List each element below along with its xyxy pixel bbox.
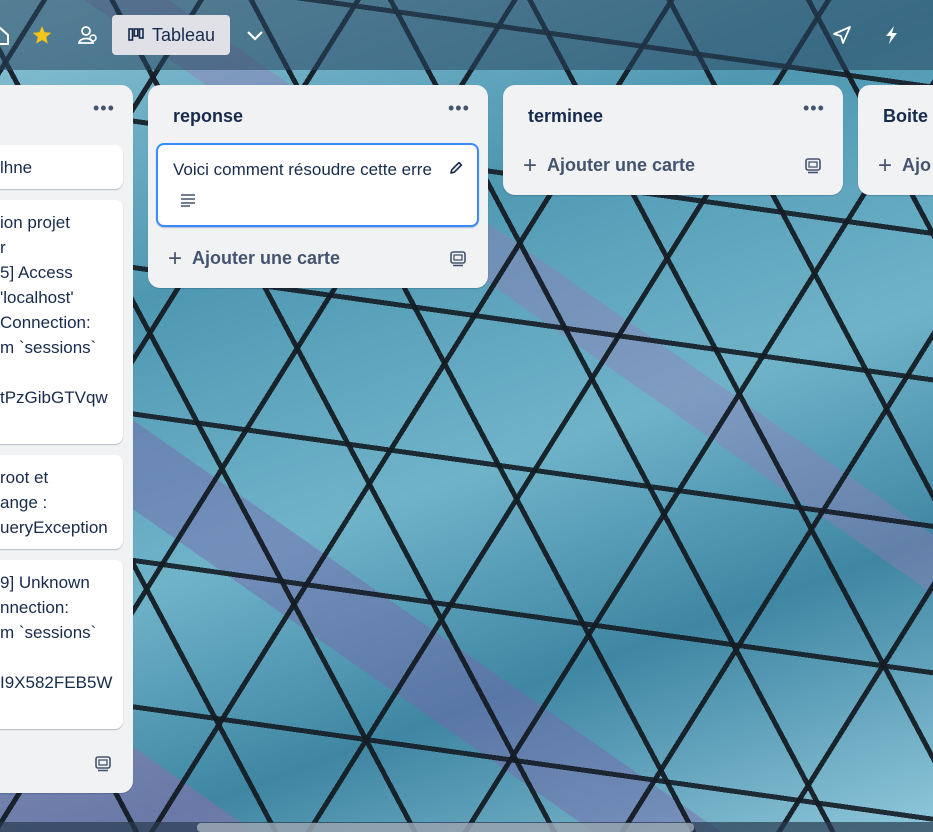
list-partial-right: Boite à + Ajo <box>858 85 933 195</box>
plus-icon: + <box>878 151 893 179</box>
card-title: Voici comment résoudre cette erre <box>173 160 432 179</box>
board-view-label: Tableau <box>152 24 216 45</box>
board-view-button[interactable]: Tableau <box>112 15 230 55</box>
workspace-icon[interactable] <box>76 24 98 46</box>
card[interactable]: root et ange : ueryException <box>0 455 123 549</box>
edit-pencil-icon[interactable] <box>448 160 464 176</box>
list-title[interactable]: terminee <box>528 106 603 127</box>
card-template-icon[interactable] <box>804 156 822 174</box>
add-card-button[interactable]: + Ajo <box>878 151 931 179</box>
horizontal-scrollbar-thumb[interactable] <box>197 823 694 832</box>
card[interactable]: ion projet r 5] Access 'localhost' Conne… <box>0 200 123 444</box>
list-menu-icon[interactable]: ••• <box>448 99 470 119</box>
list-terminee: terminee ••• + Ajouter une carte <box>503 85 843 195</box>
list-partial-left: ••• lhne ion projet r 5] Access 'localho… <box>0 85 133 793</box>
add-card-button[interactable]: + Ajouter une carte <box>168 244 340 272</box>
automation-icon[interactable] <box>881 24 903 46</box>
plus-icon: + <box>523 151 538 179</box>
list-title[interactable]: Boite à <box>883 106 933 127</box>
list-reponse: reponse ••• Voici comment résoudre cette… <box>148 85 488 288</box>
card[interactable]: lhne <box>0 145 123 189</box>
description-icon <box>181 194 195 207</box>
card-template-icon[interactable] <box>449 249 467 267</box>
list-title[interactable]: reponse <box>173 106 243 127</box>
star-icon[interactable] <box>31 24 53 46</box>
card[interactable]: 9] Unknown nnection: m `sessions` I9X582… <box>0 560 123 729</box>
board-header: Tableau <box>0 0 933 70</box>
list-menu-icon[interactable]: ••• <box>803 99 825 119</box>
card-focused[interactable]: Voici comment résoudre cette erre <box>156 143 479 227</box>
chevron-down-icon[interactable] <box>244 24 266 46</box>
power-ups-icon[interactable] <box>831 24 853 46</box>
plus-icon: + <box>168 244 183 272</box>
add-card-button[interactable]: + Ajouter une carte <box>523 151 695 179</box>
list-menu-icon[interactable]: ••• <box>93 99 115 119</box>
home-icon[interactable] <box>0 24 10 46</box>
board-view-icon <box>128 28 144 41</box>
card-template-icon[interactable] <box>94 754 112 772</box>
